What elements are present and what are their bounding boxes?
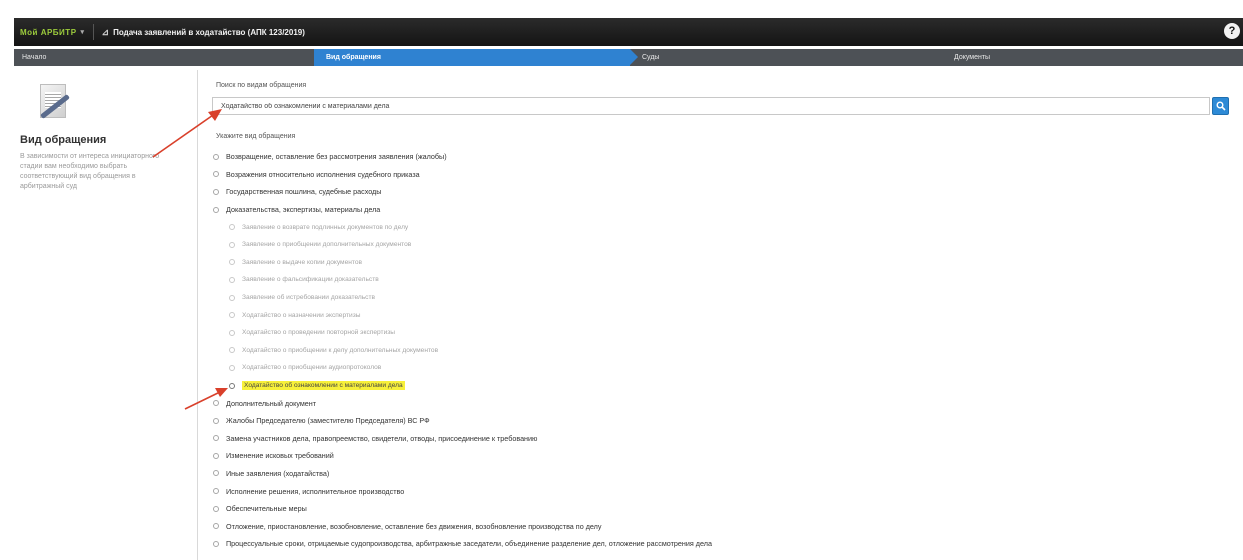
appeal-type-label: Жалобы Председателю (заместителю Председ… [226,416,430,426]
appeal-type-label: Возражения относительно исполнения судеб… [226,169,420,179]
appeal-type-list: Возвращение, оставление без рассмотрения… [212,148,1232,553]
appeal-type-label: Заявление о фальсификации доказательств [242,276,379,284]
top-bar: Мой АРБИТР ▾ ⊿ Подача заявлений в ходата… [14,18,1243,46]
appeal-type-item[interactable]: Возвращение, оставление без рассмотрения… [212,148,1232,166]
chevron-down-icon: ▾ [80,29,85,36]
radio-button[interactable] [229,259,235,266]
radio-button[interactable] [229,382,235,389]
step-appeal-type[interactable]: Вид обращения [314,49,638,66]
search-button[interactable] [1212,97,1229,115]
sidebar: Вид обращения В зависимости от интереса … [14,70,198,560]
appeal-type-item[interactable]: Дополнительный документ [212,394,1232,412]
appeal-subtype-item[interactable]: Заявление о выдаче копии документов [212,254,1232,272]
step-documents[interactable]: Документы [940,49,1240,66]
appeal-type-item[interactable]: Обеспечительные меры [212,500,1232,518]
pin-icon: ⊿ [101,26,110,37]
main-content: Поиск по видам обращения Укажите вид обр… [212,70,1242,560]
appeal-type-label: Государственная пошлина, судебные расход… [226,187,382,197]
appeal-type-label: Ходатайство об ознакомлении с материалам… [242,381,405,391]
help-icon[interactable]: ? [1224,23,1240,39]
appeal-type-item[interactable]: Отложение, приостановление, возобновлени… [212,517,1232,535]
radio-button[interactable] [229,364,235,371]
appeal-type-item[interactable]: Исполнение решения, исполнительное произ… [212,482,1232,500]
sidebar-description: В зависимости от интереса инициаторного … [20,153,160,190]
type-list-label: Укажите вид обращения [216,133,296,140]
search-label: Поиск по видам обращения [216,82,307,89]
radio-button[interactable] [213,523,219,530]
appeal-type-item[interactable]: Жалобы Председателю (заместителю Председ… [212,412,1232,430]
appeal-subtype-item[interactable]: Заявление об истребовании доказательств [212,289,1232,307]
appeal-type-item[interactable]: Государственная пошлина, судебные расход… [212,183,1232,201]
appeal-subtype-item[interactable]: Ходатайство об ознакомлении с материалам… [212,377,1232,395]
radio-button[interactable] [213,452,219,459]
radio-button[interactable] [229,312,235,319]
radio-button[interactable] [213,488,219,495]
radio-button[interactable] [213,540,219,547]
step-courts[interactable]: Суды [630,49,940,66]
radio-button[interactable] [229,329,235,336]
sidebar-title: Вид обращения [20,134,107,146]
radio-button[interactable] [229,347,235,354]
wizard-steps: Начало Вид обращения Суды Документы [14,49,1243,66]
appeal-subtype-item[interactable]: Ходатайство о приобщении к делу дополнит… [212,342,1232,360]
appeal-subtype-item[interactable]: Заявление о фальсификации доказательств [212,271,1232,289]
appeal-type-label: Ходатайство о приобщении аудиопротоколов [242,364,382,372]
appeal-type-label: Исполнение решения, исполнительное произ… [226,486,405,496]
radio-button[interactable] [213,171,219,178]
radio-button[interactable] [213,400,219,407]
app-title-text: Подача заявлений в ходатайство (АПК 123/… [113,27,305,37]
appeal-type-label: Иные заявления (ходатайства) [226,468,330,478]
radio-button[interactable] [213,435,219,442]
brand-logo[interactable]: Мой АРБИТР ▾ [20,28,85,37]
appeal-type-label: Обеспечительные меры [226,504,307,514]
appeal-type-label: Ходатайство о назначении экспертизы [242,311,361,319]
divider [92,24,94,40]
appeal-type-item[interactable]: Процессуальные сроки, отрицаемые судопро… [212,535,1232,553]
radio-button[interactable] [213,417,219,424]
appeal-subtype-item[interactable]: Ходатайство о проведении повторной экспе… [212,324,1232,342]
app-title: ⊿ Подача заявлений в ходатайство (АПК 12… [102,27,305,38]
appeal-type-label: Возвращение, оставление без рассмотрения… [226,152,447,162]
appeal-type-label: Ходатайство о приобщении к делу дополнит… [242,346,439,354]
appeal-type-item[interactable]: Возражения относительно исполнения судеб… [212,166,1232,184]
radio-button[interactable] [213,188,219,195]
search-input[interactable] [212,97,1210,115]
app-window: Мой АРБИТР ▾ ⊿ Подача заявлений в ходата… [0,0,1243,560]
radio-button[interactable] [229,276,235,283]
appeal-subtype-item[interactable]: Ходатайство о назначении экспертизы [212,306,1232,324]
appeal-type-label: Дополнительный документ [226,398,317,408]
appeal-type-label: Ходатайство о проведении повторной экспе… [242,329,396,337]
appeal-type-label: Отложение, приостановление, возобновлени… [226,521,602,531]
appeal-type-item[interactable]: Иные заявления (ходатайства) [212,465,1232,483]
radio-button[interactable] [229,294,235,301]
appeal-type-label: Заявление о выдаче копии документов [242,258,363,266]
appeal-type-label: Доказательства, экспертизы, материалы де… [226,205,381,215]
step-start[interactable]: Начало [14,49,314,66]
appeal-type-item[interactable]: Доказательства, экспертизы, материалы де… [212,201,1232,219]
appeal-type-label: Заявление о возврате подлинных документо… [242,223,409,231]
appeal-type-label: Заявление о приобщении дополнительных до… [242,241,412,249]
radio-button[interactable] [213,505,219,512]
appeal-subtype-item[interactable]: Ходатайство о приобщении аудиопротоколов [212,359,1232,377]
appeal-type-label: Процессуальные сроки, отрицаемые судопро… [226,539,712,549]
appeal-type-label: Заявление об истребовании доказательств [242,294,376,302]
appeal-type-item[interactable]: Изменение исковых требований [212,447,1232,465]
document-pen-icon [34,82,74,126]
radio-button[interactable] [229,241,235,248]
appeal-type-label: Изменение исковых требований [226,451,334,461]
appeal-type-item[interactable]: Замена участников дела, правопреемство, … [212,430,1232,448]
radio-button[interactable] [213,470,219,477]
appeal-type-label: Замена участников дела, правопреемство, … [226,433,538,443]
appeal-subtype-item[interactable]: Заявление о приобщении дополнительных до… [212,236,1232,254]
radio-button[interactable] [213,206,219,213]
search-icon [1216,101,1226,111]
appeal-subtype-item[interactable]: Заявление о возврате подлинных документо… [212,218,1232,236]
radio-button[interactable] [213,153,219,160]
radio-button[interactable] [229,224,235,231]
brand-name: Мой АРБИТР [20,27,77,37]
